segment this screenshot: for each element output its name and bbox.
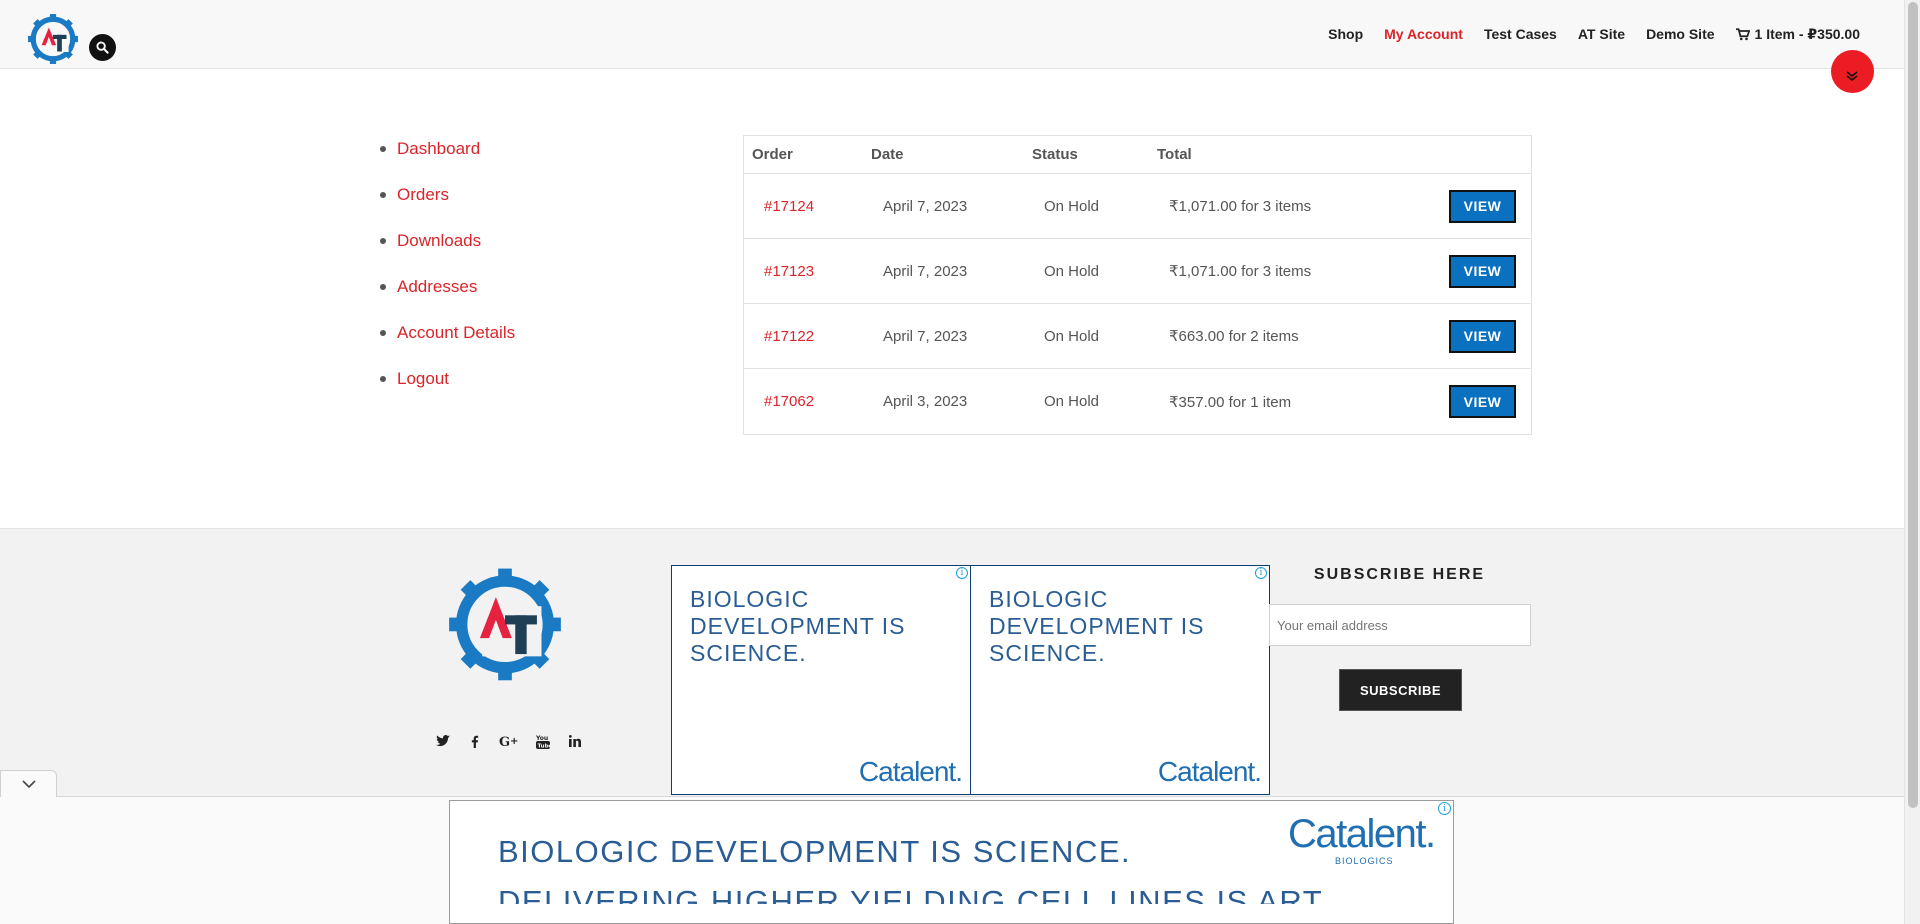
scrollbar-thumb[interactable] [1908, 2, 1918, 808]
ad-brand: Catalent. [1157, 756, 1262, 787]
social-links: G+ YouTube [434, 732, 584, 750]
catalent-banner-ad[interactable]: BIOLOGIC DEVELOPMENT IS SCIENCE. DELIVER… [449, 800, 1454, 924]
order-status: On Hold [1044, 262, 1100, 280]
nav-demo-site[interactable]: Demo Site [1646, 26, 1714, 43]
ad-headline: BIOLOGIC DEVELOPMENT IS SCIENCE. [690, 586, 906, 666]
catalent-ad[interactable]: BIOLOGIC DEVELOPMENT IS SCIENCE. Catalen… [970, 565, 1270, 795]
order-total: ₹357.00 for 1 item [1169, 393, 1292, 411]
subscribe-title: SUBSCRIBE HERE [1313, 566, 1486, 583]
account-nav-downloads[interactable]: Downloads [378, 228, 515, 274]
svg-text:Tube: Tube [538, 743, 551, 749]
banner-ad-line1: BIOLOGIC DEVELOPMENT IS SCIENCE. [498, 834, 1132, 869]
account-nav-dashboard[interactable]: Dashboard [378, 136, 515, 182]
column-header-total: Total [1157, 146, 1192, 163]
orders-table: Order Date Status Total #17124 April 7, … [743, 135, 1532, 435]
view-order-button[interactable]: VIEW [1449, 385, 1516, 418]
nav-at-site[interactable]: AT Site [1578, 26, 1625, 43]
column-header-status: Status [1032, 146, 1078, 163]
cart-label: 1 Item - ₽350.00 [1754, 26, 1860, 42]
account-nav-logout[interactable]: Logout [378, 366, 515, 412]
site-header: Shop My Account Test Cases AT Site Demo … [0, 0, 1904, 69]
subscribe-button[interactable]: SUBSCRIBE [1339, 669, 1462, 711]
account-nav-orders[interactable]: Orders [378, 182, 515, 228]
cart-icon [1735, 28, 1750, 41]
ad-info-icon[interactable]: i [1255, 567, 1267, 579]
nav-cart[interactable]: 1 Item - ₽350.00 [1735, 26, 1860, 43]
table-row: #17062 April 3, 2023 On Hold ₹357.00 for… [744, 369, 1531, 434]
linkedin-icon[interactable] [566, 732, 584, 750]
banner-ad-brand: Catalent. [1288, 812, 1436, 856]
order-total: ₹1,071.00 for 3 items [1169, 263, 1312, 280]
gear-logo-icon[interactable] [448, 564, 562, 686]
order-total: ₹663.00 for 2 items [1169, 328, 1299, 345]
order-date: April 7, 2023 [883, 197, 968, 215]
order-number-link[interactable]: #17062 [744, 393, 871, 410]
facebook-icon[interactable] [466, 732, 484, 750]
nav-test-cases[interactable]: Test Cases [1484, 26, 1557, 43]
order-date: April 3, 2023 [883, 393, 968, 410]
main-nav: Shop My Account Test Cases AT Site Demo … [1328, 26, 1860, 43]
chevron-down-icon [21, 779, 36, 788]
ad-info-icon[interactable]: i [956, 567, 968, 579]
banner-ad-line2: DELIVERING HIGHER YIELDING CELL LINES IS… [498, 884, 1330, 904]
order-date: April 7, 2023 [883, 327, 968, 345]
orders-table-header: Order Date Status Total [744, 136, 1531, 174]
column-header-order: Order [752, 146, 793, 163]
gear-logo-icon[interactable] [27, 13, 79, 65]
view-order-button[interactable]: VIEW [1449, 319, 1516, 353]
table-row: #17124 April 7, 2023 On Hold ₹1,071.00 f… [744, 174, 1531, 239]
catalent-ad[interactable]: BIOLOGIC DEVELOPMENT IS SCIENCE. Catalen… [671, 565, 971, 795]
svg-text:G: G [499, 735, 510, 747]
scroll-toggle-button[interactable] [1831, 50, 1874, 93]
chevron-double-down-icon [1846, 71, 1858, 82]
search-icon [96, 41, 109, 54]
svg-text:+: + [510, 736, 518, 747]
nav-shop[interactable]: Shop [1328, 26, 1363, 43]
order-status: On Hold [1044, 393, 1100, 410]
banner-ad-subbrand: BIOLOGICS [1335, 856, 1394, 866]
twitter-icon[interactable] [434, 732, 452, 750]
ad-headline: BIOLOGIC DEVELOPMENT IS SCIENCE. [989, 586, 1205, 666]
view-order-button[interactable]: VIEW [1449, 189, 1516, 223]
email-field[interactable] [1269, 604, 1531, 646]
svg-text:You: You [536, 735, 548, 742]
search-button[interactable] [89, 34, 116, 61]
google-plus-icon[interactable]: G + [498, 732, 520, 750]
view-order-button[interactable]: VIEW [1449, 254, 1516, 288]
collapse-ad-button[interactable] [0, 770, 57, 797]
order-number-link[interactable]: #17124 [744, 198, 871, 215]
order-status: On Hold [1044, 197, 1100, 215]
table-row: #17123 April 7, 2023 On Hold ₹1,071.00 f… [744, 239, 1531, 304]
order-number-link[interactable]: #17123 [744, 263, 871, 280]
account-navigation: Dashboard Orders Downloads Addresses Acc… [378, 136, 515, 412]
order-date: April 7, 2023 [883, 262, 968, 280]
order-total: ₹1,071.00 for 3 items [1169, 198, 1312, 215]
youtube-icon[interactable]: YouTube [534, 732, 552, 750]
table-row: #17122 April 7, 2023 On Hold ₹663.00 for… [744, 304, 1531, 369]
ad-info-icon[interactable]: i [1438, 802, 1451, 815]
column-header-date: Date [871, 146, 904, 163]
order-number-link[interactable]: #17122 [744, 328, 871, 345]
ad-brand: Catalent. [858, 756, 963, 787]
account-nav-account-details[interactable]: Account Details [378, 320, 515, 366]
nav-my-account[interactable]: My Account [1384, 26, 1463, 43]
page-scrollbar[interactable] [1904, 0, 1920, 924]
account-nav-addresses[interactable]: Addresses [378, 274, 515, 320]
order-status: On Hold [1044, 327, 1100, 345]
